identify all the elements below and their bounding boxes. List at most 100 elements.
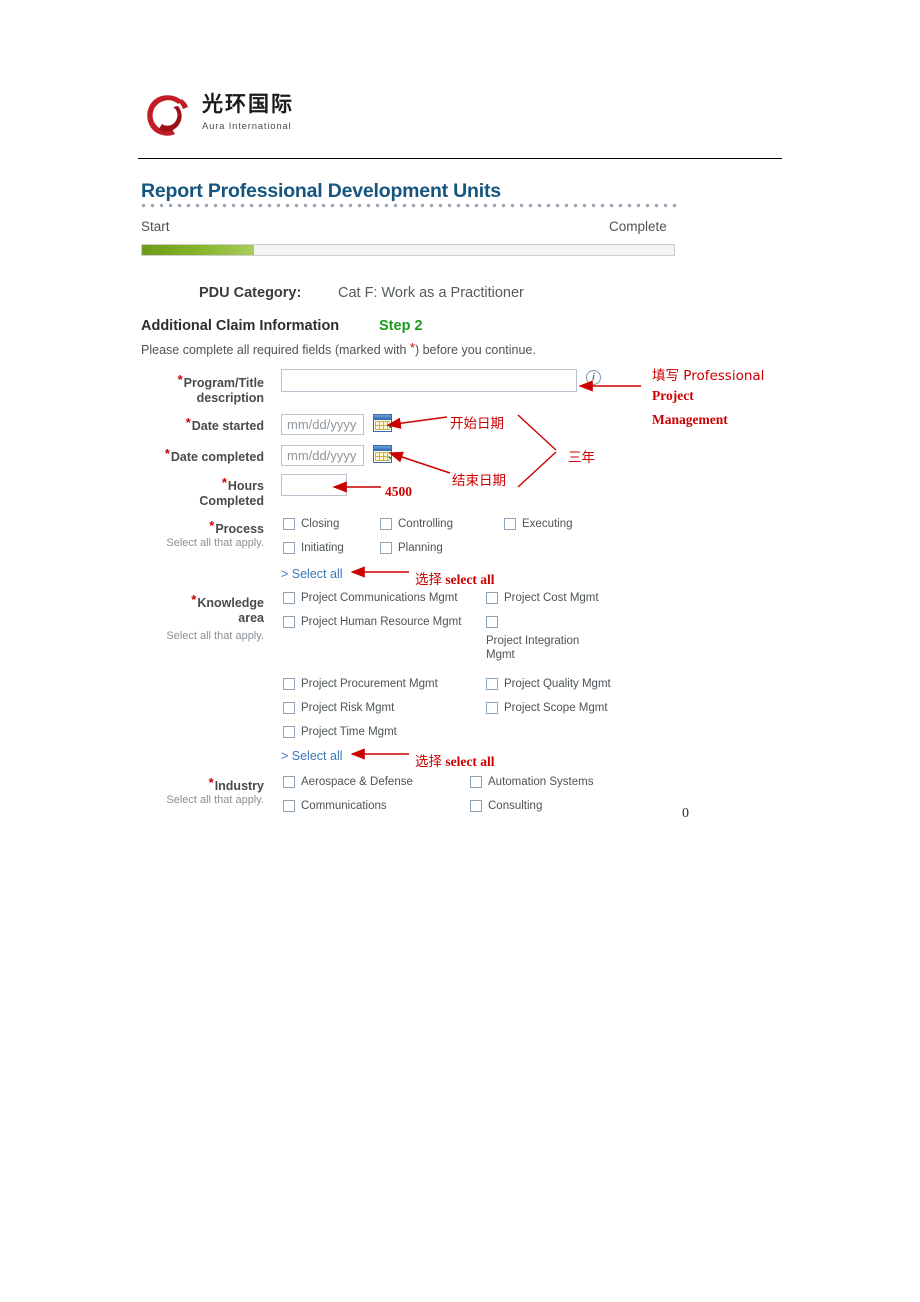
checkbox-label-project-time-mgmt[interactable]: Project Time Mgmt — [301, 725, 397, 739]
pdu-category-value: Cat F: Work as a Practitioner — [338, 285, 524, 301]
program-title-input[interactable] — [281, 369, 577, 392]
checkbox-label-project-procurement-mgmt[interactable]: Project Procurement Mgmt — [301, 677, 438, 691]
brand-logo: 光环国际 Aura International — [142, 88, 322, 150]
asterisk-icon: * — [185, 415, 191, 430]
hours-completed-input[interactable] — [281, 474, 347, 496]
checkbox-project-human-resource-mgmt[interactable] — [283, 616, 295, 628]
date-started-label-text: Date started — [191, 419, 264, 433]
checkbox-project-procurement-mgmt[interactable] — [283, 678, 295, 690]
required-fields-note: Please complete all required fields (mar… — [141, 340, 536, 357]
annotation-process-select-all-zh: 选择 — [415, 572, 442, 588]
checkbox-project-time-mgmt[interactable] — [283, 726, 295, 738]
date-completed-calendar-icon[interactable] — [373, 445, 392, 463]
calendar-green-arrow-icon — [388, 426, 391, 431]
annotation-program-title-line1: 填写 Professional — [652, 364, 764, 384]
industry-sub-note: Select all that apply. — [166, 794, 264, 806]
checkbox-label-project-human-resource-mgmt[interactable]: Project Human Resource Mgmt — [301, 615, 461, 629]
knowledge-area-label-line1: Knowledge — [197, 596, 264, 610]
logo-chinese-name: 光环国际 — [202, 92, 294, 116]
asterisk-icon: * — [221, 475, 227, 490]
annotation-process-select-all: 选择 select all — [415, 568, 494, 588]
checkbox-project-cost-mgmt[interactable] — [486, 592, 498, 604]
calendar-header-bar — [374, 415, 391, 420]
annotation-date-completed: 结束日期 — [452, 473, 506, 489]
date-started-calendar-icon[interactable] — [373, 414, 392, 432]
checkbox-label-closing[interactable]: Closing — [301, 517, 339, 531]
annotation-line-duration-upper — [517, 414, 557, 451]
annotation-program-title-line2: Project — [652, 388, 694, 403]
asterisk-icon: * — [164, 446, 170, 461]
checkbox-label-initiating[interactable]: Initiating — [301, 541, 344, 555]
checkbox-label-automation-systems[interactable]: Automation Systems — [488, 775, 593, 789]
process-label-text: Process — [215, 522, 264, 536]
asterisk-icon: * — [209, 518, 215, 533]
progress-start-label: Start — [141, 219, 170, 234]
knowledge-area-label: *Knowledge area — [160, 592, 264, 626]
annotation-process-select-all-en: select all — [445, 572, 495, 587]
checkbox-closing[interactable] — [283, 518, 295, 530]
annotation-knowledge-select-all-en: select all — [445, 754, 495, 769]
hours-completed-label-line1: Hours — [227, 479, 264, 493]
date-started-label: *Date started — [160, 415, 264, 434]
checkbox-project-risk-mgmt[interactable] — [283, 702, 295, 714]
checkbox-controlling[interactable] — [380, 518, 392, 530]
program-title-label: *Program/Title description — [160, 372, 264, 406]
knowledge-area-sub-note: Select all that apply. — [166, 630, 264, 642]
annotation-knowledge-select-all: 选择 select all — [415, 750, 494, 770]
annotation-arrow-date-completed — [388, 451, 451, 474]
checkbox-label-aerospace-defense[interactable]: Aerospace & Defense — [301, 775, 413, 789]
checkbox-project-communications-mgmt[interactable] — [283, 592, 295, 604]
checkbox-consulting[interactable] — [470, 800, 482, 812]
checkbox-aerospace-defense[interactable] — [283, 776, 295, 788]
annotation-duration: 三年 — [568, 450, 595, 466]
checkbox-label-project-quality-mgmt[interactable]: Project Quality Mgmt — [504, 677, 611, 691]
annotation-program-title-line3: Management — [652, 412, 728, 427]
checkbox-initiating[interactable] — [283, 542, 295, 554]
info-icon[interactable]: i — [586, 370, 601, 385]
dotted-divider — [141, 203, 681, 208]
process-sub-note: Select all that apply. — [166, 537, 264, 549]
program-title-label-line1: Program/Title — [183, 376, 264, 390]
annotation-hours-value: 4500 — [385, 484, 412, 499]
checkbox-automation-systems[interactable] — [470, 776, 482, 788]
checkbox-label-project-risk-mgmt[interactable]: Project Risk Mgmt — [301, 701, 394, 715]
checkbox-label-controlling[interactable]: Controlling — [398, 517, 453, 531]
hours-completed-label-line2: Completed — [199, 494, 264, 508]
checkbox-label-communications[interactable]: Communications — [301, 799, 387, 813]
date-completed-label-text: Date completed — [170, 450, 264, 464]
step-indicator: Step 2 — [379, 318, 423, 334]
checkbox-label-project-communications-mgmt[interactable]: Project Communications Mgmt — [301, 591, 458, 605]
asterisk-icon: * — [191, 592, 197, 607]
checkbox-executing[interactable] — [504, 518, 516, 530]
aura-swoosh-logo-icon — [147, 95, 188, 136]
checkbox-label-project-scope-mgmt[interactable]: Project Scope Mgmt — [504, 701, 608, 715]
section-heading: Additional Claim Information — [141, 318, 340, 334]
checkbox-label-consulting[interactable]: Consulting — [488, 799, 542, 813]
process-select-all-link[interactable]: > Select all — [281, 567, 343, 581]
checkbox-communications[interactable] — [283, 800, 295, 812]
checkbox-project-scope-mgmt[interactable] — [486, 702, 498, 714]
checkbox-planning[interactable] — [380, 542, 392, 554]
checkbox-project-quality-mgmt[interactable] — [486, 678, 498, 690]
annotation-program-title-line1-text: 填写 Professional — [652, 368, 765, 384]
calendar-green-arrow-icon — [388, 457, 391, 462]
checkbox-project-integration-mgmt[interactable] — [486, 616, 498, 628]
checkbox-label-planning[interactable]: Planning — [398, 541, 443, 555]
date-completed-input[interactable] — [281, 445, 364, 466]
header-divider — [138, 158, 782, 159]
annotation-knowledge-select-all-zh: 选择 — [415, 754, 442, 770]
asterisk-icon: * — [208, 775, 214, 790]
knowledge-area-label-line2: area — [238, 611, 264, 625]
checkbox-label-project-cost-mgmt[interactable]: Project Cost Mgmt — [504, 591, 599, 605]
industry-label-text: Industry — [214, 779, 264, 793]
date-completed-label: *Date completed — [142, 446, 264, 465]
annotation-date-started: 开始日期 — [450, 416, 504, 432]
date-started-input[interactable] — [281, 414, 364, 435]
annotation-arrow-date-started — [386, 416, 448, 429]
process-label: *Process — [160, 518, 264, 537]
progress-complete-label: Complete — [609, 219, 667, 234]
checkbox-label-executing[interactable]: Executing — [522, 517, 573, 531]
logo-english-name: Aura International — [202, 121, 292, 132]
checkbox-label-project-integration-mgmt[interactable]: Project Integration Mgmt — [486, 634, 596, 662]
knowledge-area-select-all-link[interactable]: > Select all — [281, 749, 343, 763]
